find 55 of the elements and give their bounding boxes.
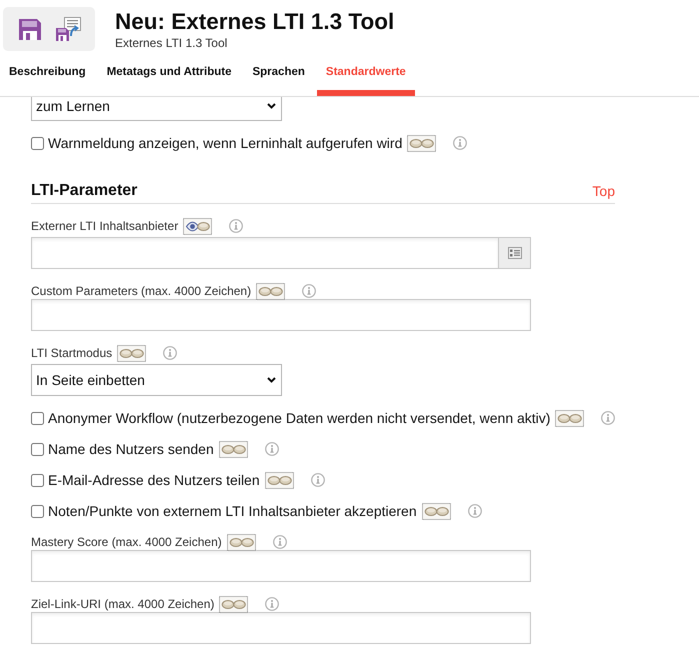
field-label: Mastery Score (max. 4000 Zeichen) [31,534,222,550]
tab[interactable]: Sprachen [243,55,314,96]
floppy-document-icon[interactable] [56,17,81,41]
checkbox[interactable] [31,504,44,518]
top-link[interactable]: Top [592,181,615,201]
text-field[interactable] [31,299,531,331]
save-icon[interactable] [19,18,41,40]
eyes-icon[interactable] [117,344,146,362]
eyes-icon[interactable] [256,282,286,300]
eyes-icon[interactable] [218,440,248,458]
info-icon[interactable] [264,442,279,456]
dropdown[interactable]: In Seite einbetten [31,364,282,396]
text-field[interactable] [31,612,531,644]
info-icon[interactable] [272,535,287,549]
eyes-icon[interactable] [219,596,248,612]
picker-button[interactable] [499,237,531,269]
info-icon[interactable] [468,504,482,518]
eyes-icon[interactable] [264,472,294,488]
checkbox[interactable] [31,412,44,424]
field-label: Ziel-Link-URI (max. 4000 Zeichen) [31,596,214,612]
field-label: Custom Parameters (max. 4000 Zeichen) [31,283,252,299]
info-icon[interactable] [453,136,468,150]
info-icon[interactable] [302,284,316,298]
checkbox-label: Anonymer Workflow (nutzerbezogene Daten werden nicht versendet, wenn aktiv) [48,409,550,428]
page-title: Neu: Externes LTI 1.3 Tool [115,9,394,35]
section-heading: LTI-Parameter [31,181,138,201]
text-field[interactable] [31,550,531,582]
checkbox[interactable] [31,136,44,150]
info-icon[interactable] [601,411,616,425]
checkbox[interactable] [31,474,44,486]
field-label: LTI Startmodus [31,345,112,361]
field-label: Externer LTI Inhaltsanbieter [31,218,178,234]
checkbox-label: Noten/Punkte von externem LTI Inhaltsanbieter akzeptieren [48,502,417,521]
eyes-icon[interactable] [226,534,256,550]
eyes-icon[interactable] [555,410,584,426]
dropdown[interactable]: zum Lernen [31,97,282,121]
tab[interactable]: Metatags und Attribute [98,55,240,96]
eyes-icon[interactable] [183,218,212,234]
caret-icon [267,377,276,383]
page-subtitle: Externes LTI 1.3 Tool [115,36,228,50]
eyes-icon[interactable] [407,134,436,152]
info-icon[interactable] [310,473,325,487]
list-icon [508,247,522,259]
info-icon[interactable] [229,219,244,233]
info-icon[interactable] [163,346,178,360]
caret-icon [267,102,276,108]
checkbox-label: E-Mail-Adresse des Nutzers teilen [48,471,260,490]
info-icon[interactable] [265,597,280,611]
checkbox-label: Name des Nutzers senden [48,440,214,459]
tab[interactable]: Beschreibung [0,55,95,96]
checkbox[interactable] [31,442,44,456]
eyes-icon[interactable] [422,502,451,520]
text-field[interactable] [31,237,499,269]
tab[interactable]: Standardwerte [316,55,415,96]
checkbox-label: Warnmeldung anzeigen, wenn Lerninhalt aufgerufen wird [48,134,402,153]
